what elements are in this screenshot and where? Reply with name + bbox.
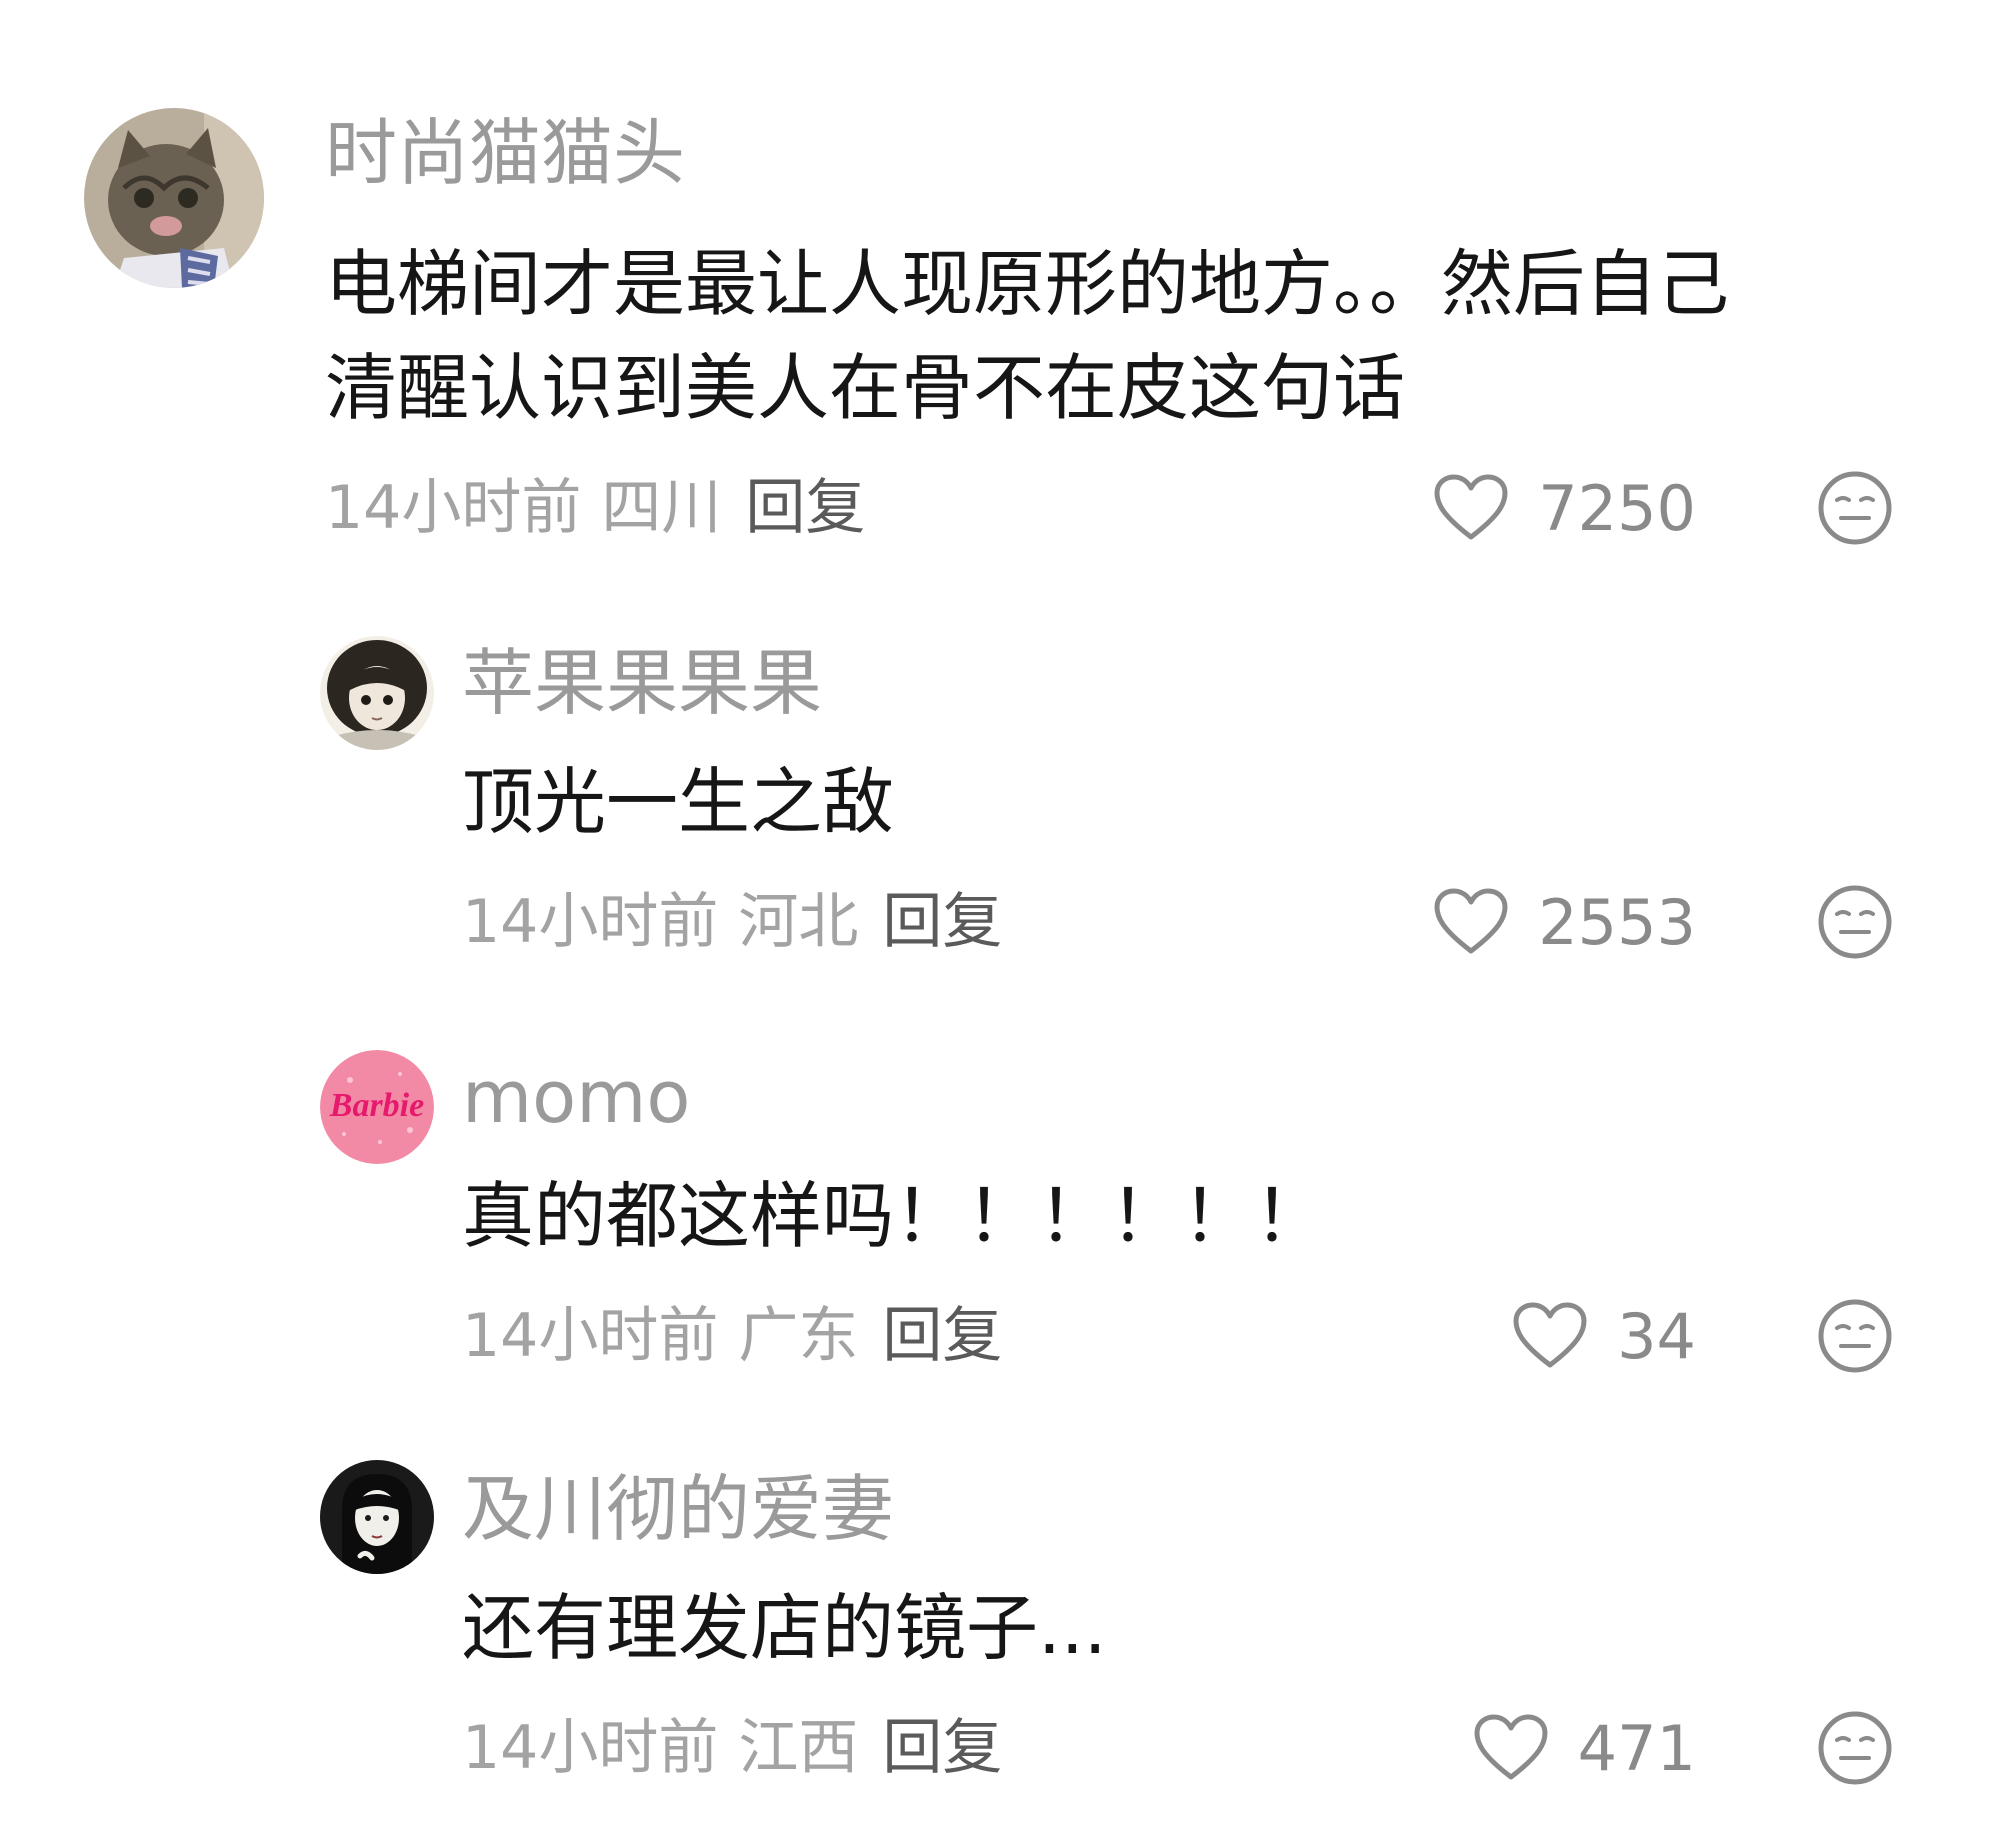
heart-icon [1513, 1302, 1587, 1368]
heart-icon [1434, 474, 1508, 540]
dislike-button[interactable] [1817, 1298, 1893, 1374]
heart-icon [1434, 888, 1508, 954]
comment-text-line: 电梯间才是最让人现原形的地方。。然后自己 [325, 242, 1730, 326]
comment-region: 广东 [738, 1301, 859, 1371]
like-button[interactable]: 2553 [1396, 882, 1696, 962]
like-count: 471 [1577, 1711, 1696, 1785]
comment-region: 河北 [738, 887, 859, 957]
comment-text-line: 真的都这样吗！！！！！！ [462, 1174, 1327, 1258]
dislike-button[interactable] [1817, 1710, 1893, 1786]
like-count: 7250 [1538, 471, 1696, 545]
comment-time: 14小时前 [462, 1713, 719, 1783]
dark-hair-girl-avatar[interactable] [320, 1460, 434, 1574]
dislike-button[interactable] [1817, 470, 1893, 546]
neutral-face-icon [1818, 885, 1892, 959]
dislike-button[interactable] [1817, 884, 1893, 960]
barbie-avatar[interactable]: Barbie [320, 1050, 434, 1164]
comment-meta: 14小时前 四川 回复 [325, 472, 865, 544]
comment-meta: 14小时前 江西 回复 [462, 1712, 1002, 1784]
comment-meta: 14小时前 广东 回复 [462, 1300, 1002, 1372]
like-count: 2553 [1538, 885, 1696, 959]
neutral-face-icon [1818, 471, 1892, 545]
cat-avatar[interactable] [84, 108, 264, 288]
like-button[interactable]: 471 [1396, 1708, 1696, 1788]
comment-username[interactable]: 苹果果果果 [462, 640, 822, 726]
comment-username[interactable]: 及川彻的爱妻 [462, 1466, 894, 1552]
comment-meta: 14小时前 河北 回复 [462, 886, 1002, 958]
comment-text-line: 清醒认识到美人在骨不在皮这句话 [325, 346, 1406, 430]
barbie-logo-text: Barbie [329, 1087, 424, 1124]
comment-time: 14小时前 [325, 473, 582, 543]
like-button[interactable]: 34 [1396, 1296, 1696, 1376]
heart-icon [1474, 1714, 1548, 1780]
reply-button[interactable]: 回复 [882, 1301, 1002, 1371]
like-count: 34 [1617, 1299, 1696, 1373]
comment-text-line: 还有理发店的镜子... [462, 1586, 1107, 1670]
like-button[interactable]: 7250 [1396, 468, 1696, 548]
comment-time: 14小时前 [462, 887, 719, 957]
reply-button[interactable]: 回复 [745, 473, 865, 543]
reply-button[interactable]: 回复 [882, 887, 1002, 957]
comment-text-line: 顶光一生之敌 [462, 760, 895, 844]
anime-girl-avatar[interactable] [320, 636, 434, 750]
comment-username[interactable]: momo [462, 1054, 690, 1140]
comment-region: 四川 [601, 473, 722, 543]
comment-region: 江西 [738, 1713, 859, 1783]
neutral-face-icon [1818, 1299, 1892, 1373]
comment-1: 时尚猫猫头 电梯间才是最让人现原形的地方。。然后自己 清醒认识到美人在骨不在皮这… [0, 0, 2000, 560]
comment-username[interactable]: 时尚猫猫头 [325, 110, 685, 196]
reply-button[interactable]: 回复 [882, 1713, 1002, 1783]
comment-time: 14小时前 [462, 1301, 719, 1371]
neutral-face-icon [1818, 1711, 1892, 1785]
